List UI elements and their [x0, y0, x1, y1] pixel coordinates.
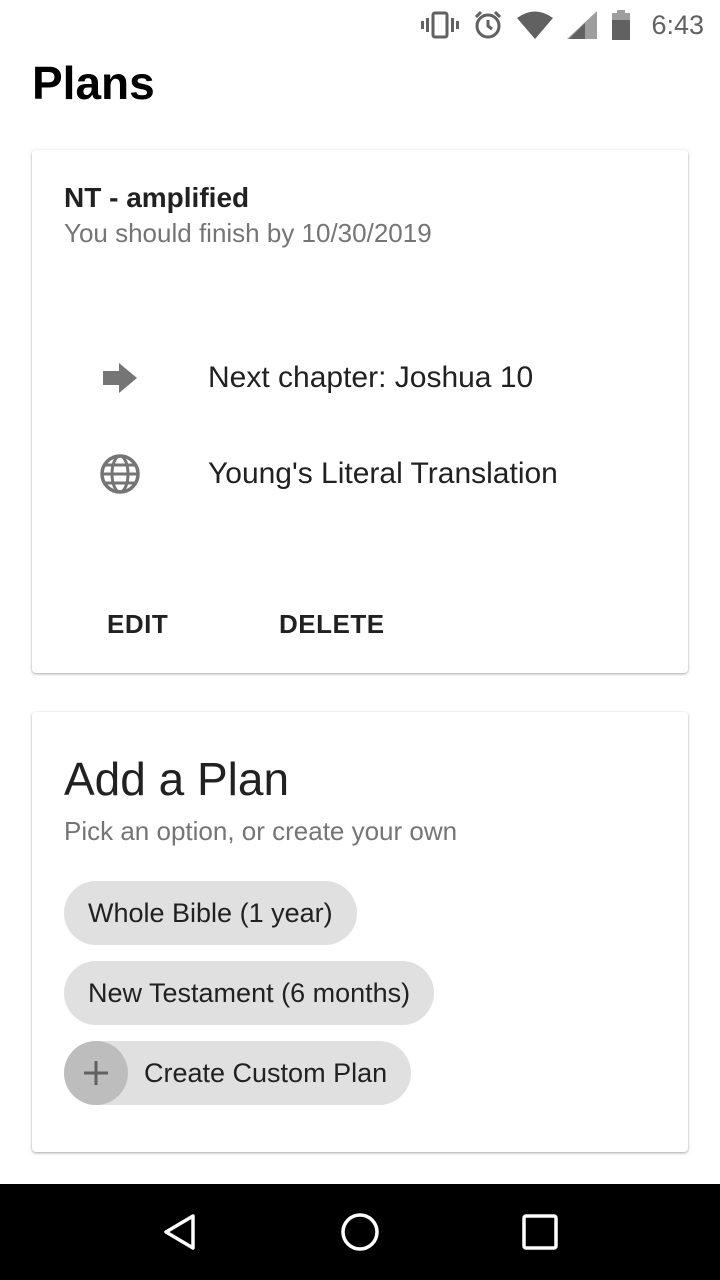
translation-row[interactable]: Young's Literal Translation — [32, 444, 688, 504]
globe-icon — [98, 452, 142, 496]
chip-label: Whole Bible (1 year) — [88, 897, 333, 928]
recents-icon[interactable] — [500, 1192, 580, 1272]
whole-bible-chip[interactable]: Whole Bible (1 year) — [64, 881, 357, 945]
vibrate-icon — [421, 11, 460, 39]
plan-card: NT - amplified You should finish by 10/3… — [32, 150, 688, 673]
status-time: 6:43 — [651, 9, 704, 40]
add-plan-subtitle: Pick an option, or create your own — [64, 816, 458, 846]
wifi-icon — [517, 11, 554, 39]
status-bar: 6:43 — [0, 0, 720, 50]
chip-label: New Testament (6 months) — [88, 977, 411, 1008]
translation-label: Young's Literal Translation — [208, 457, 558, 490]
add-plan-card: Add a Plan Pick an option, or create you… — [32, 712, 688, 1152]
edit-button[interactable]: EDIT — [95, 596, 180, 652]
next-chapter-label: Next chapter: Joshua 10 — [208, 361, 534, 394]
add-plan-title: Add a Plan — [64, 753, 290, 805]
navigation-bar — [0, 1184, 720, 1280]
create-custom-plan-chip[interactable]: Create Custom Plan — [64, 1041, 412, 1105]
plan-finish-date: You should finish by 10/30/2019 — [64, 218, 432, 248]
home-icon[interactable] — [320, 1192, 400, 1272]
alarm-icon — [473, 10, 503, 40]
next-chapter-row[interactable]: Next chapter: Joshua 10 — [32, 348, 688, 408]
chip-label: Create Custom Plan — [144, 1057, 388, 1088]
arrow-right-icon — [98, 356, 142, 400]
delete-button[interactable]: DELETE — [267, 596, 397, 652]
page-title: Plans — [32, 57, 155, 109]
battery-icon — [611, 10, 631, 40]
cell-signal-icon — [567, 11, 598, 39]
back-icon[interactable] — [140, 1192, 220, 1272]
new-testament-chip[interactable]: New Testament (6 months) — [64, 961, 435, 1025]
plan-name: NT - amplified — [64, 182, 250, 213]
plus-icon — [64, 1041, 128, 1105]
